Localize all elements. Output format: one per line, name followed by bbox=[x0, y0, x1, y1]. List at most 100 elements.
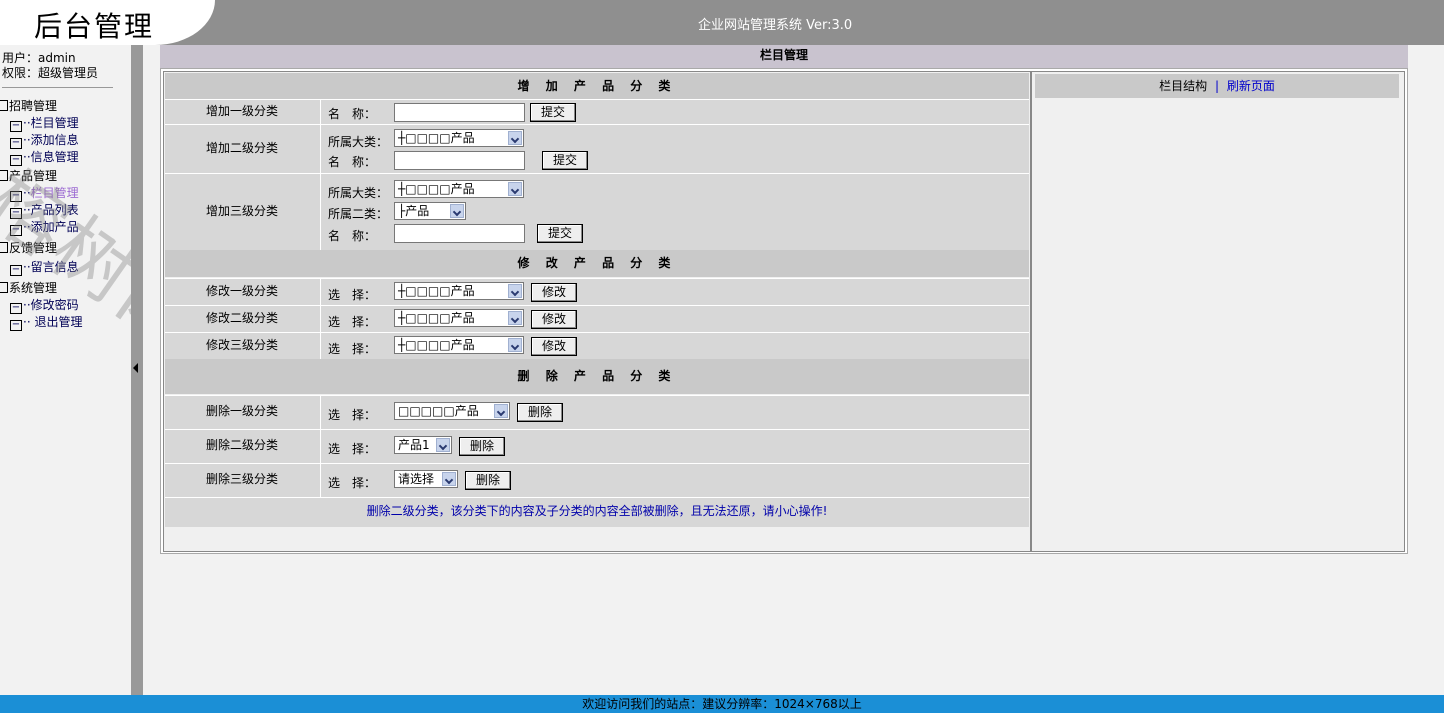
structure-panel: 栏目结构 | 刷新页面 bbox=[1031, 71, 1405, 552]
top-header: 后台管理 企业网站管理系统 Ver:3.0 bbox=[0, 0, 1444, 45]
refresh-page-link[interactable]: 刷新页面 bbox=[1227, 79, 1275, 93]
modify-level2-label: 修改二级分类 bbox=[205, 311, 278, 325]
delete-level1-select[interactable]: □□□□□产品 bbox=[394, 402, 510, 420]
delete-level3-select[interactable]: 请选择 bbox=[394, 470, 458, 488]
delete-level1-row: 删除一级分类 选 择： □□□□□产品 删除 bbox=[165, 395, 1029, 429]
add-level3-name-input[interactable] bbox=[394, 224, 525, 243]
choose-label: 选 择： bbox=[328, 408, 377, 422]
menu-group-product[interactable]: 产品管理 bbox=[0, 167, 57, 184]
dropdown-arrow-icon bbox=[494, 404, 508, 418]
modify-level3-row: 修改三级分类 选 择： ┼□□□□产品 修改 bbox=[165, 332, 1029, 359]
tree-icon bbox=[0, 282, 8, 293]
collapse-arrow-icon[interactable] bbox=[133, 363, 138, 373]
modify-level1-label: 修改一级分类 bbox=[205, 284, 278, 298]
dropdown-arrow-icon bbox=[436, 438, 450, 452]
modify-level1-row: 修改一级分类 选 择： ┼□□□□产品 修改 bbox=[165, 278, 1029, 305]
add-level1-label: 增加一级分类 bbox=[205, 104, 278, 118]
dropdown-arrow-icon bbox=[508, 311, 522, 325]
add-level3-minor-select[interactable]: ├产品 bbox=[394, 202, 466, 220]
add-level1-row: 增加一级分类 名 称： 提交 bbox=[165, 99, 1029, 124]
tree-icon bbox=[0, 242, 8, 253]
delete-section-header: 删 除 产 品 分 类 bbox=[165, 359, 1029, 394]
dropdown-arrow-icon bbox=[450, 204, 464, 218]
footer-status-bar: 欢迎访问我们的站点：建议分辨率：1024×768以上 bbox=[0, 695, 1444, 713]
modify-level2-row: 修改二级分类 选 择： ┼□□□□产品 修改 bbox=[165, 305, 1029, 332]
add-level2-label: 增加二级分类 bbox=[205, 141, 278, 155]
sidebar: 用户：admin 权限：超级管理员 招聘管理 − ··栏目管理 − ··添加信息 −… bbox=[0, 45, 131, 695]
menu-group-system[interactable]: 系统管理 bbox=[0, 279, 57, 296]
sidebar-toggle-bar[interactable] bbox=[131, 45, 143, 695]
menu-item-product-column[interactable]: − ··栏目管理 bbox=[10, 184, 79, 202]
modify-level2-button[interactable]: 修改 bbox=[531, 310, 577, 329]
modify-level3-label: 修改三级分类 bbox=[205, 338, 278, 352]
choose-label: 选 择： bbox=[328, 288, 377, 302]
menu-item-recruit-add[interactable]: − ··添加信息 bbox=[10, 131, 79, 149]
delete-level3-row: 删除三级分类 选 择： 请选择 删除 bbox=[165, 463, 1029, 497]
tree-icon bbox=[0, 170, 8, 181]
structure-panel-header: 栏目结构 | 刷新页面 bbox=[1035, 74, 1399, 98]
add-level3-major-select[interactable]: ┼□□□□产品 bbox=[394, 180, 524, 198]
menu-group-recruit[interactable]: 招聘管理 bbox=[0, 97, 57, 114]
app-title: 企业网站管理系统 Ver:3.0 bbox=[698, 18, 853, 33]
page-title: 栏目管理 bbox=[160, 45, 1408, 68]
delete-level2-row: 删除二级分类 选 择： 产品1 删除 bbox=[165, 429, 1029, 463]
add-level1-submit-button[interactable]: 提交 bbox=[530, 103, 576, 122]
menu-item-messages[interactable]: − ··留言信息 bbox=[10, 258, 79, 276]
delete-level2-label: 删除二级分类 bbox=[205, 438, 278, 452]
category-form-panel: 增 加 产 品 分 类 增加一级分类 名 称： 提交 增加二级分类 所属大类： … bbox=[163, 71, 1031, 552]
dropdown-arrow-icon bbox=[508, 338, 522, 352]
menu-item-product-list[interactable]: − ··产品列表 bbox=[10, 201, 79, 219]
choose-label: 选 择： bbox=[328, 342, 377, 356]
add-level2-name-input[interactable] bbox=[394, 151, 525, 170]
parent-major-label: 所属大类： bbox=[328, 186, 389, 200]
logo: 后台管理 bbox=[0, 0, 215, 45]
parent-minor-label: 所属二类： bbox=[328, 207, 389, 221]
add-level2-row: 增加二级分类 所属大类： ┼□□□□产品 名 称： 提交 bbox=[165, 124, 1029, 173]
user-role: 权限：超级管理员 bbox=[2, 66, 99, 80]
name-label: 名 称： bbox=[328, 155, 377, 169]
menu-item-recruit-manage[interactable]: − ··信息管理 bbox=[10, 148, 79, 166]
tree-node-icon: − bbox=[10, 264, 22, 276]
choose-label: 选 择： bbox=[328, 476, 377, 490]
add-level3-row: 增加三级分类 所属大类： ┼□□□□产品 所属二类： ├产品 名 称： 提交 bbox=[165, 173, 1029, 250]
tree-icon bbox=[0, 100, 8, 111]
menu-item-recruit-column[interactable]: − ··栏目管理 bbox=[10, 114, 79, 132]
add-level2-parent-select[interactable]: ┼□□□□产品 bbox=[394, 129, 524, 147]
delete-warning: 删除二级分类，该分类下的内容及子分类的内容全部被删除，且无法还原，请小心操作! bbox=[165, 497, 1029, 527]
delete-level2-select[interactable]: 产品1 bbox=[394, 436, 452, 454]
choose-label: 选 择： bbox=[328, 315, 377, 329]
name-label: 名 称： bbox=[328, 229, 377, 243]
dropdown-arrow-icon bbox=[508, 131, 522, 145]
name-label: 名 称： bbox=[328, 107, 377, 121]
dropdown-arrow-icon bbox=[508, 284, 522, 298]
choose-label: 选 择： bbox=[328, 442, 377, 456]
modify-level3-select[interactable]: ┼□□□□产品 bbox=[394, 336, 524, 354]
modify-level1-button[interactable]: 修改 bbox=[531, 283, 577, 302]
tree-node-icon: − bbox=[10, 319, 22, 331]
add-level3-submit-button[interactable]: 提交 bbox=[537, 224, 583, 243]
sidebar-divider bbox=[2, 87, 113, 88]
menu-item-logout[interactable]: − ·· 退出管理 bbox=[10, 313, 82, 331]
delete-level3-label: 删除三级分类 bbox=[205, 472, 278, 486]
modify-level2-select[interactable]: ┼□□□□产品 bbox=[394, 309, 524, 327]
menu-item-change-password[interactable]: − ··修改密码 bbox=[10, 296, 79, 314]
structure-title: 栏目结构 bbox=[1159, 79, 1208, 93]
header-divider: | bbox=[1214, 79, 1220, 93]
menu-group-feedback[interactable]: 反馈管理 bbox=[0, 239, 57, 256]
add-section-header: 增 加 产 品 分 类 bbox=[165, 73, 1029, 99]
delete-level1-button[interactable]: 删除 bbox=[517, 403, 563, 422]
add-level2-submit-button[interactable]: 提交 bbox=[542, 151, 588, 170]
add-level3-label: 增加三级分类 bbox=[205, 204, 278, 218]
delete-level2-button[interactable]: 删除 bbox=[459, 437, 505, 456]
modify-level1-select[interactable]: ┼□□□□产品 bbox=[394, 282, 524, 300]
tree-node-icon: − bbox=[10, 154, 22, 166]
menu-item-product-add[interactable]: − ··添加产品 bbox=[10, 218, 79, 236]
tree-node-icon: − bbox=[10, 224, 22, 236]
main-content: 栏目管理 增 加 产 品 分 类 增加一级分类 名 称： 提交 增加二级分类 所… bbox=[143, 45, 1444, 695]
modify-level3-button[interactable]: 修改 bbox=[531, 337, 577, 356]
logo-text: 后台管理 bbox=[34, 10, 155, 43]
delete-level3-button[interactable]: 删除 bbox=[465, 471, 511, 490]
parent-major-label: 所属大类： bbox=[328, 135, 389, 149]
add-level1-name-input[interactable] bbox=[394, 103, 525, 122]
modify-section-header: 修 改 产 品 分 类 bbox=[165, 250, 1029, 277]
